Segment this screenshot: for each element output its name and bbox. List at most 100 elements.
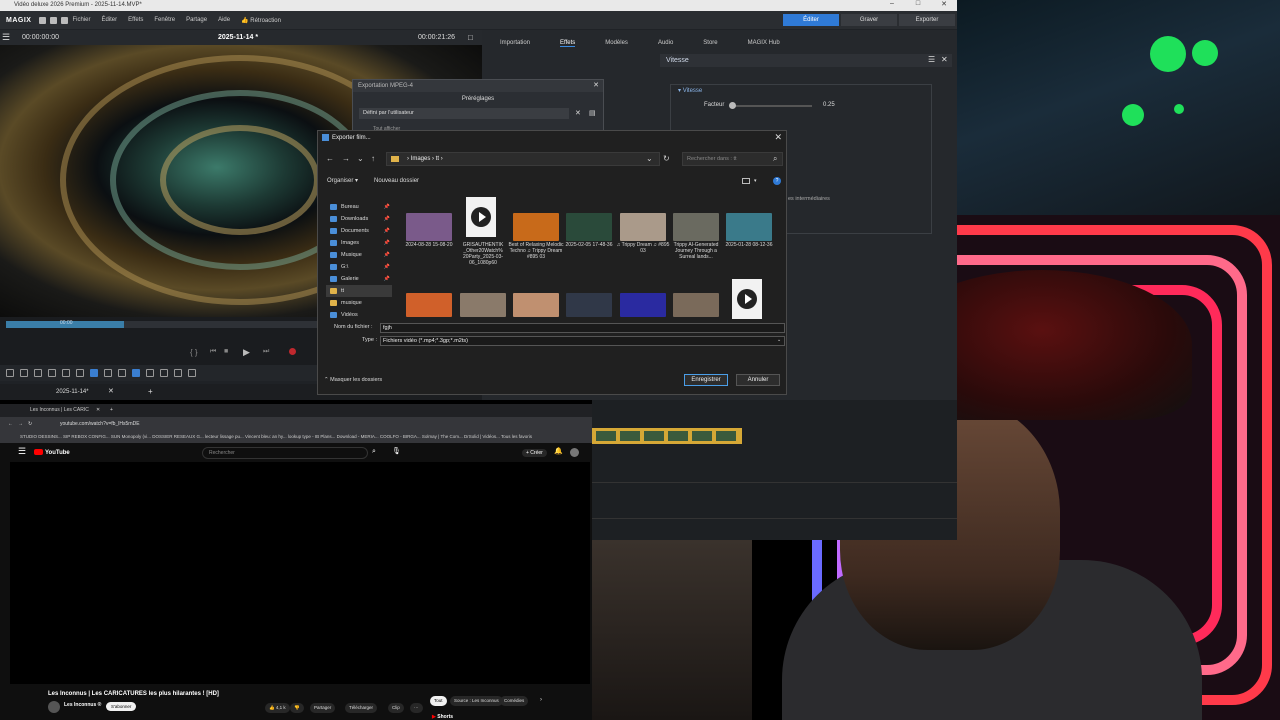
search-input[interactable]: Rechercher dans : tt <box>682 152 783 166</box>
browser-tab[interactable]: Les Inconnus | Les CARIC <box>30 404 89 417</box>
path-dropdown-icon[interactable]: ⌄ <box>646 154 653 163</box>
video-file-icon[interactable] <box>732 279 762 319</box>
type-dropdown-icon[interactable]: ⌄ <box>777 337 781 343</box>
download-button[interactable]: Télécharger <box>345 703 378 713</box>
nav-item-1[interactable]: Downloads 📌 <box>326 213 392 225</box>
mic-icon[interactable]: 🎙 <box>392 447 401 455</box>
notifications-icon[interactable]: 🔔 <box>554 447 563 455</box>
stop-icon[interactable]: ■ <box>224 348 228 355</box>
redo-icon[interactable] <box>20 369 28 377</box>
save-button[interactable]: Enregistrer <box>684 374 728 386</box>
mode-burn-button[interactable]: Graver <box>841 14 897 26</box>
multicam-icon[interactable] <box>188 369 196 377</box>
bookmarks-bar[interactable]: STUDIO DESSINS... SIP REBOX CONFIG... SU… <box>0 431 592 443</box>
pin-icon[interactable]: 📌 <box>384 213 390 225</box>
file-thumbnail[interactable] <box>726 213 772 241</box>
open-folder-icon[interactable] <box>50 16 58 24</box>
menu-editer[interactable]: Éditer <box>101 17 117 23</box>
prev-icon[interactable]: ⏮ <box>210 348 216 356</box>
youtube-video-player[interactable] <box>10 462 590 684</box>
nav-item-3[interactable]: Images 📌 <box>326 237 392 249</box>
maximize-button[interactable]: □ <box>905 0 931 11</box>
video-file-icon[interactable] <box>466 197 496 237</box>
menu-effets[interactable]: Effets <box>128 17 143 23</box>
preset-save-icon[interactable]: ▤ <box>589 109 596 117</box>
pin-icon[interactable]: 📌 <box>384 273 390 285</box>
path-images[interactable]: Images <box>411 156 431 162</box>
mode-export-button[interactable]: Exporter <box>899 14 955 26</box>
file-thumbnail[interactable] <box>673 293 719 317</box>
chip-all[interactable]: Tout <box>430 696 447 706</box>
chip-source[interactable]: Source : Les Inconnus <box>450 696 503 706</box>
tab-importation[interactable]: Importation <box>500 40 530 46</box>
like-button[interactable]: 👍 4,1 k <box>265 703 290 713</box>
recent-icon[interactable]: ⌄ <box>357 154 364 163</box>
cancel-button[interactable]: Annuler <box>736 374 780 386</box>
nav-item-5[interactable]: G:\ 📌 <box>326 261 392 273</box>
clip-button[interactable]: Clip <box>388 703 404 713</box>
view-dropdown-icon[interactable]: ▾ <box>754 174 757 188</box>
file-thumbnail[interactable] <box>406 293 452 317</box>
preset-select[interactable]: Défini par l'utilisateur <box>359 108 569 119</box>
file-thumbnail[interactable] <box>513 293 559 317</box>
factor-slider-knob[interactable] <box>729 102 736 109</box>
factor-slider[interactable] <box>732 105 812 107</box>
avatar[interactable] <box>570 448 579 457</box>
record-icon[interactable] <box>289 348 296 355</box>
file-thumbnail[interactable] <box>460 293 506 317</box>
fullscreen-icon[interactable]: □ <box>468 30 473 45</box>
address-box[interactable]: › Images › tt › <box>386 152 660 166</box>
help-icon[interactable]: ? <box>773 177 781 185</box>
nav-item-4[interactable]: Musique 📌 <box>326 249 392 261</box>
new-file-icon[interactable] <box>39 16 47 24</box>
video-clip[interactable] <box>592 428 742 444</box>
reload-icon[interactable]: ↻ <box>28 417 32 431</box>
dislike-button[interactable]: 👎 <box>290 703 304 713</box>
timeline-tracks[interactable] <box>592 400 957 540</box>
delete-icon[interactable] <box>34 369 42 377</box>
stretch-icon[interactable] <box>160 369 168 377</box>
mode-edit-button[interactable]: Éditer <box>783 14 839 26</box>
split-icon[interactable] <box>76 369 84 377</box>
mpeg-close-icon[interactable]: ✕ <box>593 81 599 89</box>
mark-in-icon[interactable]: { } <box>190 348 198 357</box>
nav-item-0[interactable]: Bureau 📌 <box>326 201 392 213</box>
add-tab-icon[interactable]: + <box>148 384 153 400</box>
tab-magix-hub[interactable]: MAGIX Hub <box>748 40 780 46</box>
nav-item-2[interactable]: Documents 📌 <box>326 225 392 237</box>
feedback-button[interactable]: 👍 Rétroaction <box>241 17 281 24</box>
menu-partage[interactable]: Partage <box>186 17 207 23</box>
channel-avatar[interactable] <box>48 701 60 713</box>
back-icon[interactable]: ← <box>8 417 13 431</box>
nav-item-6[interactable]: Galerie 📌 <box>326 273 392 285</box>
hide-folders-toggle[interactable]: ⌃ Masquer les dossiers <box>324 377 382 383</box>
hamburger-icon[interactable]: ☰ <box>2 30 10 45</box>
new-folder-button[interactable]: Nouveau dossier <box>374 174 419 188</box>
close-button[interactable]: ✕ <box>931 0 957 11</box>
tab-audio[interactable]: Audio <box>658 40 673 46</box>
file-thumbnail[interactable] <box>620 293 666 317</box>
youtube-search-input[interactable]: Rechercher <box>202 447 368 459</box>
undo-icon[interactable] <box>6 369 14 377</box>
menu-aide[interactable]: Aide <box>218 17 230 23</box>
menu-fichier[interactable]: Fichier <box>72 17 90 23</box>
nav-item-9[interactable]: Vidéos <box>326 309 392 321</box>
next-icon[interactable]: ⏭ <box>263 348 269 356</box>
pin-icon[interactable]: 📌 <box>384 261 390 273</box>
magnet-icon[interactable] <box>90 369 98 377</box>
file-thumbnail[interactable] <box>513 213 559 241</box>
trim-icon[interactable] <box>146 369 154 377</box>
close-tab-icon[interactable]: ✕ <box>96 404 100 417</box>
search-icon[interactable]: ⌕ <box>372 448 376 456</box>
file-thumbnail[interactable] <box>620 213 666 241</box>
new-tab-icon[interactable]: + <box>110 404 113 417</box>
nav-item-7[interactable]: tt <box>326 285 392 297</box>
project-tab[interactable]: 2025-11-14* <box>56 384 89 400</box>
nav-item-8[interactable]: musique <box>326 297 392 309</box>
youtube-logo[interactable]: YouTube <box>34 449 70 456</box>
pin-icon[interactable]: 📌 <box>384 201 390 213</box>
forward-icon[interactable]: → <box>18 417 23 431</box>
more-actions-icon[interactable]: ⋯ <box>410 703 423 713</box>
chip-next-icon[interactable]: › <box>540 697 542 703</box>
play-icon[interactable]: ▶ <box>243 347 250 358</box>
